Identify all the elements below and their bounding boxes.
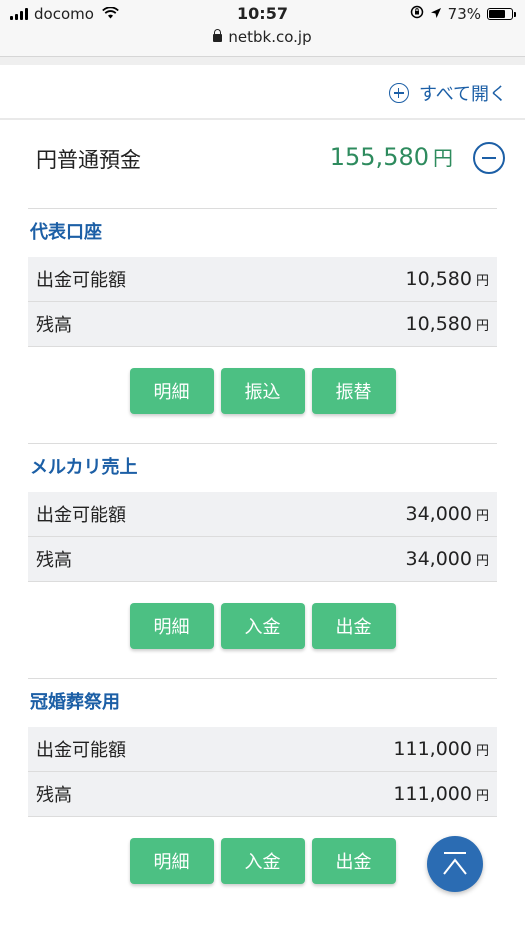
transfer-button[interactable]: 振込 <box>220 368 305 414</box>
minus-circle-icon[interactable] <box>473 142 505 174</box>
account-total-value: 155,580 <box>329 143 429 171</box>
status-bar: docomo 10:57 73% netbk.co.jp <box>0 0 525 57</box>
deposit-button[interactable]: 入金 <box>220 603 305 649</box>
details-button[interactable]: 明細 <box>129 368 214 414</box>
withdraw-button[interactable]: 出金 <box>311 603 396 649</box>
account-total: 155,580 円 <box>330 142 453 171</box>
currency: 円 <box>475 319 489 334</box>
account-header: 円普通預金 155,580 円 <box>0 130 525 186</box>
table-row: 出金可能額 10,580 円 <box>28 257 497 302</box>
row-label: 残高 <box>36 315 72 336</box>
section-title: 代表口座 <box>30 222 102 243</box>
details-button[interactable]: 明細 <box>129 603 214 649</box>
amount: 34,000 <box>405 548 472 570</box>
action-buttons: 明細 入金 出金 <box>28 603 497 649</box>
currency: 円 <box>475 744 489 759</box>
expand-all-row: すべて開く <box>0 70 525 116</box>
table-row: 残高 10,580 円 <box>28 302 497 347</box>
address-bar[interactable]: netbk.co.jp <box>0 28 525 46</box>
battery-percent: 73% <box>447 5 481 23</box>
deposit-button[interactable]: 入金 <box>220 838 305 884</box>
row-label: 出金可能額 <box>36 740 126 761</box>
row-value: 111,000 円 <box>393 738 489 760</box>
row-value: 111,000 円 <box>393 783 489 805</box>
amount: 34,000 <box>405 503 472 525</box>
currency: 円 <box>475 509 489 524</box>
row-label: 出金可能額 <box>36 270 126 291</box>
scroll-to-top-icon <box>443 852 467 875</box>
row-value: 34,000 円 <box>406 503 490 525</box>
row-label: 出金可能額 <box>36 505 126 526</box>
row-value: 10,580 円 <box>406 313 490 335</box>
currency: 円 <box>475 274 489 289</box>
table-row: 出金可能額 34,000 円 <box>28 492 497 537</box>
location-icon <box>430 5 442 23</box>
rotation-lock-icon <box>410 5 424 23</box>
subaccount-section: 冠婚葬祭用 出金可能額 111,000 円 残高 111,000 円 明細 入金 出… <box>28 678 497 884</box>
table-row: 残高 111,000 円 <box>28 772 497 817</box>
section-title: メルカリ売上 <box>30 457 138 478</box>
row-label: 残高 <box>36 785 72 806</box>
scroll-to-top-button[interactable] <box>427 836 483 892</box>
row-label: 残高 <box>36 550 72 571</box>
status-right: 73% <box>410 5 516 23</box>
account-total-currency: 円 <box>433 146 453 170</box>
subaccount-section: メルカリ売上 出金可能額 34,000 円 残高 34,000 円 明細 入金 出金 <box>28 443 497 649</box>
url-text: netbk.co.jp <box>228 28 312 46</box>
amount: 10,580 <box>405 313 472 335</box>
row-value: 34,000 円 <box>406 548 490 570</box>
move-funds-button[interactable]: 振替 <box>311 368 396 414</box>
expand-all-button[interactable]: すべて開く <box>388 80 507 106</box>
details-button[interactable]: 明細 <box>129 838 214 884</box>
divider <box>0 118 525 120</box>
row-value: 10,580 円 <box>406 268 490 290</box>
amount: 111,000 <box>393 783 472 805</box>
currency: 円 <box>475 554 489 569</box>
section-title: 冠婚葬祭用 <box>30 692 120 713</box>
withdraw-button[interactable]: 出金 <box>311 838 396 884</box>
expand-all-label: すべて開く <box>418 84 507 105</box>
lock-icon <box>213 29 223 42</box>
currency: 円 <box>475 789 489 804</box>
top-spacer <box>0 57 525 65</box>
amount: 111,000 <box>393 738 472 760</box>
account-title: 円普通預金 <box>36 148 141 172</box>
amount: 10,580 <box>405 268 472 290</box>
action-buttons: 明細 振込 振替 <box>28 368 497 414</box>
subaccount-section: 代表口座 出金可能額 10,580 円 残高 10,580 円 明細 振込 振替 <box>28 208 497 414</box>
plus-circle-icon <box>388 83 409 103</box>
battery-icon <box>487 8 516 20</box>
table-row: 残高 34,000 円 <box>28 537 497 582</box>
table-row: 出金可能額 111,000 円 <box>28 727 497 772</box>
